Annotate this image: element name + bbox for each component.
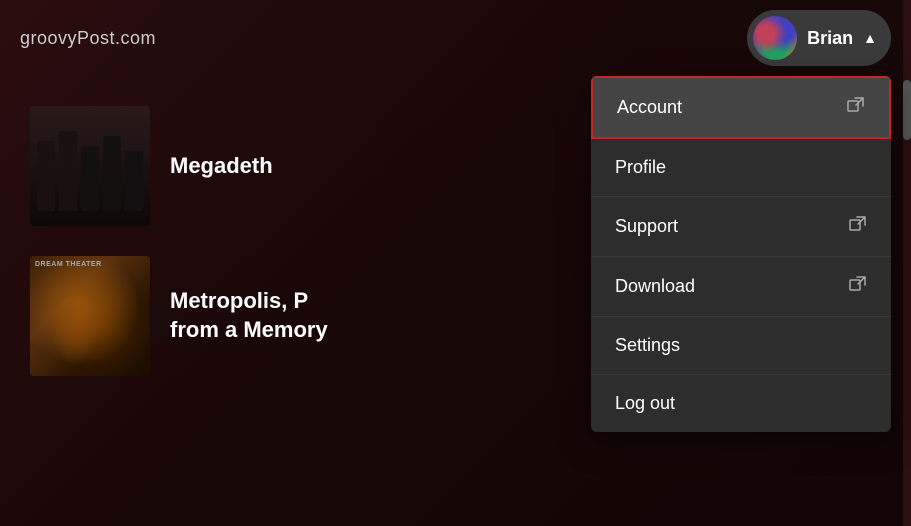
album-title-megadeth: Megadeth [170,152,273,181]
logo: groovyPost.com [20,28,156,49]
menu-item-label-settings: Settings [615,335,680,356]
menu-item-logout[interactable]: Log out [591,375,891,432]
menu-item-label-profile: Profile [615,157,666,178]
dropdown-menu: Account Profile Support Download Settings… [591,76,891,432]
menu-item-profile[interactable]: Profile [591,139,891,197]
menu-item-account[interactable]: Account [591,76,891,139]
avatar [753,16,797,60]
menu-item-label-logout: Log out [615,393,675,414]
scrollbar-track[interactable] [903,0,911,526]
menu-item-label-download: Download [615,276,695,297]
album-art-dreamtheater: DREAM THEATER [30,256,150,376]
album-title-dreamtheater: Metropolis, P from a Memory [170,287,328,344]
album-art-megadeth [30,106,150,226]
menu-item-support[interactable]: Support [591,197,891,257]
menu-item-label-account: Account [617,97,682,118]
scrollbar-thumb[interactable] [903,80,911,140]
avatar-image [753,16,797,60]
external-link-icon-account [847,96,865,119]
menu-item-label-support: Support [615,216,678,237]
user-name: Brian [807,28,853,49]
header: groovyPost.com Brian ▲ [0,0,911,76]
chevron-up-icon: ▲ [863,30,877,46]
external-link-icon-support [849,215,867,238]
external-link-icon-download [849,275,867,298]
menu-item-download[interactable]: Download [591,257,891,317]
menu-item-settings[interactable]: Settings [591,317,891,375]
user-menu-button[interactable]: Brian ▲ [747,10,891,66]
